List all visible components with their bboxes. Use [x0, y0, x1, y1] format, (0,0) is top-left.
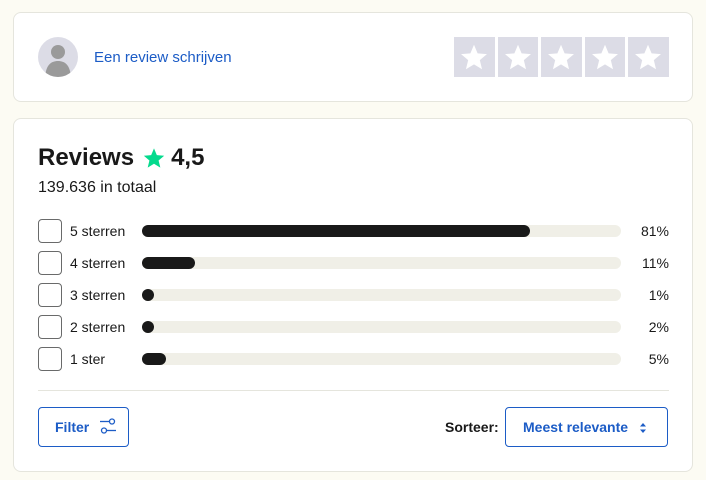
- sort-arrows-icon: [639, 421, 647, 437]
- star-option-2[interactable]: [497, 37, 538, 77]
- write-review-link[interactable]: Een review schrijven: [94, 49, 232, 66]
- rating-bar-track: [142, 321, 621, 333]
- star-rating-input[interactable]: [454, 37, 669, 77]
- star-option-3[interactable]: [541, 37, 582, 77]
- rating-row-percent: 1%: [648, 287, 669, 303]
- sliders-icon: [99, 417, 117, 438]
- reviews-summary-card: Reviews 4,5 139.636 in totaal 5 sterren 8…: [13, 118, 693, 472]
- rating-bar-fill: [142, 321, 154, 333]
- star-option-4[interactable]: [584, 37, 625, 77]
- total-reviews-count: 139.636 in totaal: [38, 179, 157, 196]
- sort-selected-value: Meest relevante: [523, 419, 629, 435]
- reviews-header: Reviews 4,5: [38, 143, 204, 173]
- rating-row-label: 5 sterren: [70, 223, 126, 239]
- rating-row[interactable]: 1 ster 5%: [38, 345, 669, 377]
- rating-filter-checkbox[interactable]: [38, 315, 62, 339]
- rating-filter-checkbox[interactable]: [38, 219, 62, 243]
- rating-row-label: 1 ster: [70, 351, 106, 367]
- rating-filter-checkbox[interactable]: [38, 251, 62, 275]
- rating-row-label: 3 sterren: [70, 287, 126, 303]
- average-rating: 4,5: [171, 144, 205, 171]
- sort-label: Sorteer:: [445, 419, 499, 435]
- write-review-card: Een review schrijven: [13, 12, 693, 102]
- rating-bar-fill: [142, 353, 166, 365]
- rating-row[interactable]: 3 sterren 1%: [38, 281, 669, 313]
- filter-button[interactable]: Filter: [38, 407, 129, 447]
- star-icon: [548, 44, 575, 70]
- star-icon: [635, 44, 662, 70]
- rating-bar-track: [142, 289, 621, 301]
- rating-bar-fill: [142, 289, 154, 301]
- rating-filter-checkbox[interactable]: [38, 347, 62, 371]
- star-icon: [461, 44, 488, 70]
- rating-bar-track: [142, 225, 621, 237]
- rating-row[interactable]: 4 sterren 11%: [38, 249, 669, 281]
- rating-row[interactable]: 5 sterren 81%: [38, 217, 669, 249]
- star-icon: [591, 44, 618, 70]
- rating-bar-track: [142, 257, 621, 269]
- rating-row-label: 4 sterren: [70, 255, 126, 271]
- rating-bar-track: [142, 353, 621, 365]
- rating-filter-checkbox[interactable]: [38, 283, 62, 307]
- rating-row-percent: 81%: [640, 223, 669, 239]
- reviews-title: Reviews: [38, 144, 135, 171]
- divider: [38, 390, 669, 391]
- rating-row-percent: 5%: [648, 351, 669, 367]
- sort-dropdown[interactable]: Meest relevante: [505, 407, 668, 447]
- star-option-1[interactable]: [454, 37, 495, 77]
- rating-row-percent: 11%: [642, 255, 669, 271]
- star-icon: [143, 147, 165, 169]
- user-avatar-icon: [38, 37, 78, 77]
- rating-bar-fill: [142, 257, 195, 269]
- filter-button-label: Filter: [55, 419, 90, 435]
- star-icon: [504, 44, 531, 70]
- rating-distribution: 5 sterren 81% 4 sterren 11% 3 sterren 1% 2 ste…: [38, 217, 669, 377]
- rating-row-percent: 2%: [648, 319, 669, 335]
- rating-row[interactable]: 2 sterren 2%: [38, 313, 669, 345]
- rating-bar-fill: [142, 225, 530, 237]
- star-option-5[interactable]: [628, 37, 669, 77]
- rating-row-label: 2 sterren: [70, 319, 126, 335]
